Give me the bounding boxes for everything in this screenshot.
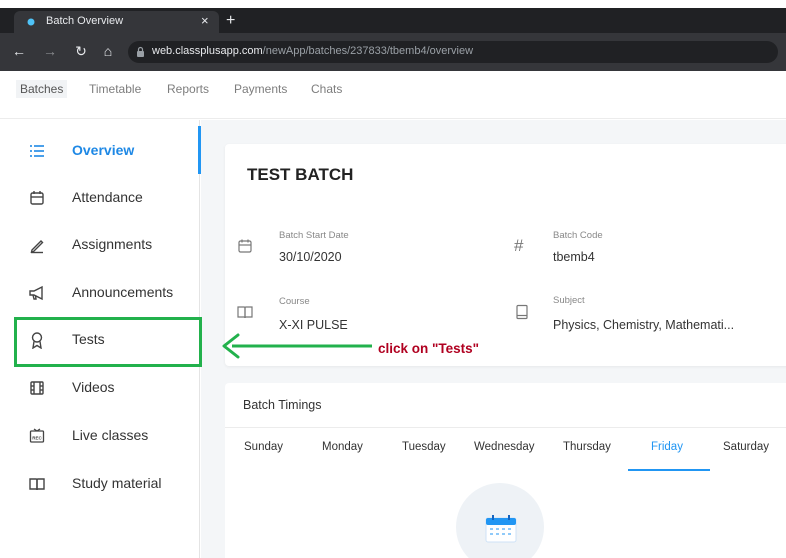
calendar-icon: [238, 239, 252, 253]
lock-icon: [137, 46, 144, 57]
new-tab-button[interactable]: +: [226, 11, 235, 31]
sidebar-item-label: Videos: [72, 379, 115, 395]
selected-tab-indicator: [628, 469, 710, 471]
home-icon[interactable]: ⌂: [99, 42, 117, 60]
sidebar-item-study-material[interactable]: Study material: [0, 465, 200, 505]
course-label: Course: [279, 296, 310, 307]
tab-thursday[interactable]: Thursday: [563, 441, 611, 453]
start-date-label: Batch Start Date: [279, 230, 349, 241]
rec-icon: REC: [29, 428, 45, 443]
course-value: X-XI PULSE: [279, 318, 348, 332]
sidebar-item-announcements[interactable]: Announcements: [0, 274, 200, 314]
tests-highlight-box: [14, 317, 202, 367]
divider: [225, 427, 786, 428]
sidebar-item-label: Announcements: [72, 284, 174, 300]
sidebar-item-label: Attendance: [72, 189, 143, 205]
list-icon: [30, 145, 44, 157]
address-bar[interactable]: web.classplusapp.com/newApp/batches/2378…: [128, 41, 778, 63]
nav-reports[interactable]: Reports: [167, 82, 209, 96]
tab-monday[interactable]: Monday: [322, 441, 363, 453]
sidebar-item-overview[interactable]: Overview: [0, 132, 200, 172]
pen-icon: [30, 240, 44, 254]
subject-value: Physics, Chemistry, Mathemati...: [553, 318, 735, 332]
sidebar-item-label: Live classes: [72, 427, 149, 443]
nav-chats[interactable]: Chats: [311, 82, 342, 96]
tab-title: Batch Overview: [46, 15, 124, 27]
megaphone-icon: [29, 285, 43, 301]
calendar-illustration-icon: [485, 515, 517, 543]
caption-strip: [0, 0, 786, 8]
nav-payments[interactable]: Payments: [234, 82, 287, 96]
subject-label: Subject: [553, 295, 585, 306]
batch-title: TEST BATCH: [247, 165, 354, 184]
calendar-icon: [30, 191, 44, 205]
sidebar-item-videos[interactable]: Videos: [0, 369, 200, 409]
sidebar-item-label: Study material: [72, 475, 162, 491]
svg-text:REC: REC: [32, 436, 42, 441]
annotation-arrow: [222, 333, 372, 359]
url-path: /newApp/batches/237833/tbemb4/overview: [262, 45, 474, 57]
sidebar-item-live-classes[interactable]: REC Live classes: [0, 417, 200, 457]
timings-title: Batch Timings: [243, 398, 322, 412]
tab-friday[interactable]: Friday: [651, 441, 683, 453]
browser-tab[interactable]: Batch Overview ×: [14, 11, 219, 33]
nav-batches[interactable]: Batches: [16, 80, 68, 98]
film-icon: [30, 381, 44, 395]
start-date-value: 30/10/2020: [279, 250, 342, 264]
sidebar-item-attendance[interactable]: Attendance: [0, 179, 200, 219]
batch-timings-card: Batch Timings Sunday Monday Tuesday Wedn…: [225, 383, 786, 558]
reload-icon[interactable]: ↻: [72, 42, 90, 60]
tab-tuesday[interactable]: Tuesday: [402, 441, 446, 453]
nav-timetable[interactable]: Timetable: [89, 82, 141, 96]
batch-code-label: Batch Code: [553, 230, 603, 241]
app-top-nav: Batches Timetable Reports Payments Chats: [0, 71, 786, 119]
tab-sunday[interactable]: Sunday: [244, 441, 283, 453]
forward-arrow-icon[interactable]: →: [41, 42, 59, 60]
back-arrow-icon[interactable]: ←: [10, 42, 28, 60]
sidebar-item-label: Assignments: [72, 236, 153, 252]
book-icon: [237, 306, 253, 319]
annotation-text: click on "Tests": [378, 341, 480, 356]
tab-saturday[interactable]: Saturday: [723, 441, 769, 453]
book-icon: [29, 478, 45, 491]
browser-toolbar: ← → ↻ ⌂ web.classplusapp.com/newApp/batc…: [0, 33, 786, 71]
url-text: web.classplusapp.com/newApp/batches/2378…: [152, 45, 473, 57]
sidebar-item-label: Overview: [72, 142, 135, 158]
tab-close-icon[interactable]: ×: [201, 14, 209, 28]
url-domain: web.classplusapp.com: [152, 45, 263, 57]
sidebar-item-assignments[interactable]: Assignments: [0, 226, 200, 266]
favicon-icon: [27, 18, 35, 26]
notebook-icon: [516, 304, 528, 320]
hash-icon: #: [514, 236, 524, 255]
sidebar-active-indicator: [198, 126, 201, 174]
batch-code-value: tbemb4: [553, 250, 595, 264]
tab-wednesday[interactable]: Wednesday: [474, 441, 535, 453]
